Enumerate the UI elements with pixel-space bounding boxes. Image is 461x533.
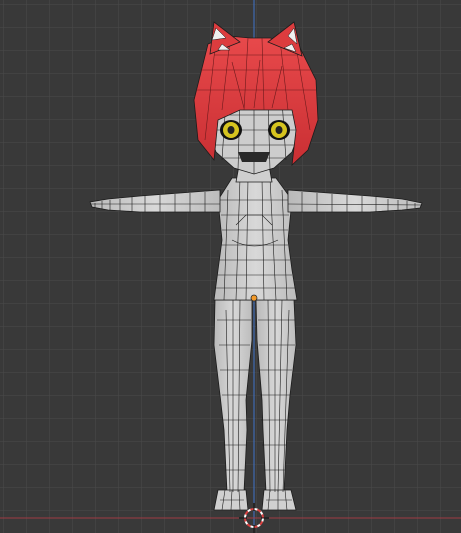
mouth [238,152,270,162]
viewport-canvas[interactable] [0,0,461,533]
torso-mesh [213,177,298,301]
object-origin-icon [250,294,258,302]
3d-viewport[interactable] [0,0,461,533]
